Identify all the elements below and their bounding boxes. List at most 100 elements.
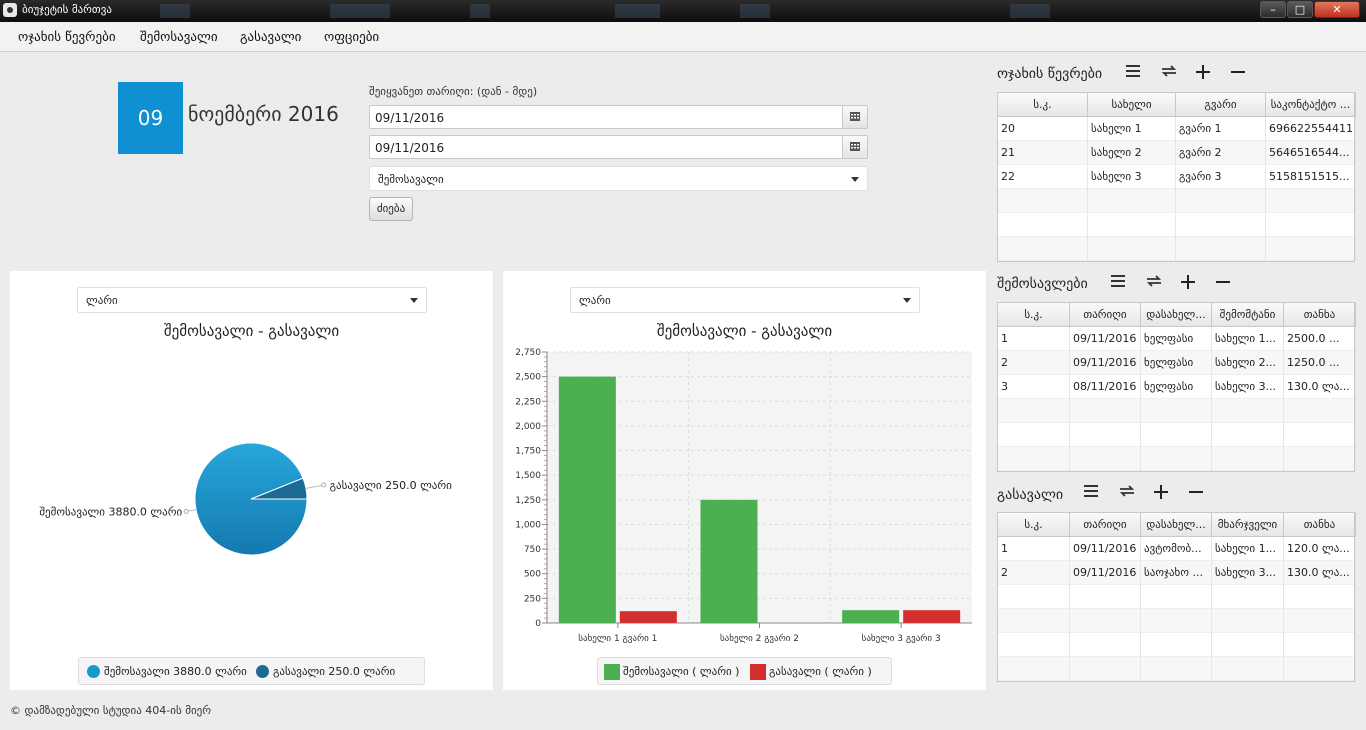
- column-header[interactable]: თარიღი: [1070, 303, 1141, 327]
- y-tick-label: 0: [535, 619, 541, 629]
- members-table[interactable]: ს.კ. სახელი გვარი საკონტაქტო ... 20 სახელი 1გ…: [997, 92, 1356, 262]
- column-header[interactable]: დასახელ...: [1141, 303, 1212, 327]
- table-row[interactable]: [998, 237, 1356, 261]
- table-row[interactable]: [998, 585, 1356, 609]
- table-row[interactable]: [998, 213, 1356, 237]
- table-row[interactable]: 2 09/11/2016 საოჯახო ... სახელი 3... 130.0 ლ…: [998, 561, 1356, 585]
- bar-income[interactable]: [842, 610, 900, 623]
- bar-chart: 0 250 500 750 1,000 1,250 1,500 1,750 2,000 2,250…: [515, 348, 972, 644]
- menu-income[interactable]: შემოსავალი: [140, 30, 218, 45]
- column-header[interactable]: მხარჯველი: [1212, 513, 1284, 537]
- menu-expense[interactable]: გასავალი: [240, 30, 301, 45]
- legend-income-swatch: [87, 665, 100, 678]
- column-header[interactable]: თარიღი: [1070, 513, 1141, 537]
- day-number: 09: [118, 82, 183, 154]
- table-cell: [1141, 657, 1212, 681]
- window-title: ბიუჯეტის მართვა: [22, 3, 112, 16]
- remove-icon[interactable]: [1188, 484, 1206, 500]
- column-header[interactable]: სახელი: [1088, 93, 1176, 117]
- table-row[interactable]: 1 09/11/2016 ხელფასი სახელი 1... 2500.0 ...: [998, 327, 1356, 351]
- table-row[interactable]: [998, 423, 1356, 447]
- table-row[interactable]: [998, 189, 1356, 213]
- table-row[interactable]: 20 სახელი 1 გვარი 1 696622554411: [998, 117, 1356, 141]
- date-to-picker[interactable]: 09/11/2016: [369, 135, 868, 159]
- add-icon[interactable]: [1195, 64, 1213, 80]
- table-cell: [1141, 399, 1212, 423]
- y-tick-label: 1,000: [515, 520, 541, 530]
- date-to-value: 09/11/2016: [375, 141, 445, 155]
- list-icon[interactable]: [1083, 484, 1101, 500]
- remove-icon[interactable]: [1230, 64, 1248, 80]
- table-cell: [998, 585, 1070, 609]
- date-from-picker[interactable]: 09/11/2016: [369, 105, 868, 129]
- search-button[interactable]: ძიება: [369, 197, 413, 221]
- table-row[interactable]: [998, 609, 1356, 633]
- menu-family-members[interactable]: ოჯახის წევრები: [18, 30, 116, 45]
- refresh-icon[interactable]: [1145, 274, 1163, 290]
- calendar-icon[interactable]: [842, 106, 867, 128]
- table-cell: 2: [998, 561, 1070, 585]
- x-tick-label: სახელი 3 გვარი 3: [862, 633, 941, 644]
- column-header[interactable]: თანხა: [1284, 303, 1356, 327]
- table-cell: ავტომობ...: [1141, 537, 1212, 561]
- table-cell: ხელფასი: [1141, 375, 1212, 399]
- y-tick-label: 2,750: [515, 348, 541, 358]
- expenses-table[interactable]: ს.კ. თარიღი დასახელ... მხარჯველი თანხა 1 09/11…: [997, 512, 1356, 682]
- refresh-icon[interactable]: [1160, 64, 1178, 80]
- column-header[interactable]: გვარი: [1176, 93, 1266, 117]
- table-row[interactable]: [998, 633, 1356, 657]
- table-cell: [998, 237, 1088, 261]
- date-range-label: შეიყვანეთ თარიღი: (დან - მდე): [369, 85, 538, 98]
- y-tick-label: 500: [524, 570, 541, 580]
- add-icon[interactable]: [1153, 484, 1171, 500]
- refresh-icon[interactable]: [1118, 484, 1136, 500]
- remove-icon[interactable]: [1215, 274, 1233, 290]
- pie-chart-panel: ლარი შემოსავალი - გასავალი გასავალი 250.…: [10, 271, 493, 690]
- minimize-button[interactable]: –: [1260, 1, 1286, 18]
- column-header[interactable]: თანხა: [1284, 513, 1356, 537]
- legend-income-label: შემოსავალი 3880.0 ლარი: [104, 665, 247, 678]
- column-header[interactable]: ს.კ.: [998, 93, 1088, 117]
- table-cell: [1141, 423, 1212, 447]
- table-cell: 696622554411: [1266, 117, 1356, 141]
- column-header[interactable]: შემომტანი: [1212, 303, 1284, 327]
- legend-expense-swatch: [256, 665, 269, 678]
- column-header[interactable]: საკონტაქტო ...: [1266, 93, 1356, 117]
- add-icon[interactable]: [1180, 274, 1198, 290]
- table-row[interactable]: 1 09/11/2016 ავტომობ... სახელი 1... 120.0 ლა…: [998, 537, 1356, 561]
- legend-income-swatch: [604, 664, 620, 680]
- table-row[interactable]: [998, 657, 1356, 681]
- table-row[interactable]: [998, 399, 1356, 423]
- column-header[interactable]: ს.კ.: [998, 513, 1070, 537]
- table-cell: 22: [998, 165, 1088, 189]
- close-button[interactable]: ✕: [1314, 1, 1360, 18]
- table-cell: 21: [998, 141, 1088, 165]
- table-row[interactable]: 2 09/11/2016 ხელფასი სახელი 2... 1250.0 ...: [998, 351, 1356, 375]
- calendar-icon[interactable]: [842, 136, 867, 158]
- table-cell: [1070, 609, 1141, 633]
- table-row[interactable]: 22 სახელი 3 გვარი 3 5158151515...: [998, 165, 1356, 189]
- bar-income[interactable]: [700, 499, 758, 623]
- bar-legend: შემოსავალი ( ლარი ) გასავალი ( ლარი ): [597, 657, 892, 685]
- list-icon[interactable]: [1125, 64, 1143, 80]
- bar-expense[interactable]: [619, 611, 677, 623]
- bar-chart-panel: ლარი შემოსავალი - გასავალი 0 250 500 750 1,0…: [503, 271, 986, 690]
- table-cell: [1088, 237, 1176, 261]
- menu-options[interactable]: ოფციები: [324, 30, 379, 45]
- table-row[interactable]: 21 სახელი 2 გვარი 2 5646516544...: [998, 141, 1356, 165]
- list-icon[interactable]: [1110, 274, 1128, 290]
- window-titlebar: ბიუჯეტის მართვა – □ ✕: [0, 0, 1366, 22]
- type-select[interactable]: შემოსავალი: [369, 166, 868, 191]
- table-row[interactable]: [998, 447, 1356, 471]
- table-cell: [1176, 189, 1266, 213]
- bar-expense[interactable]: [903, 610, 961, 623]
- table-cell: ხელფასი: [1141, 327, 1212, 351]
- column-header[interactable]: დასახელ...: [1141, 513, 1212, 537]
- maximize-button[interactable]: □: [1287, 1, 1313, 18]
- table-cell: სახელი 1: [1088, 117, 1176, 141]
- incomes-table[interactable]: ს.კ. თარიღი დასახელ... შემომტანი თანხა 1 09/11…: [997, 302, 1356, 472]
- bar-income[interactable]: [558, 376, 616, 623]
- table-row[interactable]: 3 08/11/2016 ხელფასი სახელი 3... 130.0 ლა...: [998, 375, 1356, 399]
- table-cell: [1284, 657, 1356, 681]
- column-header[interactable]: ს.კ.: [998, 303, 1070, 327]
